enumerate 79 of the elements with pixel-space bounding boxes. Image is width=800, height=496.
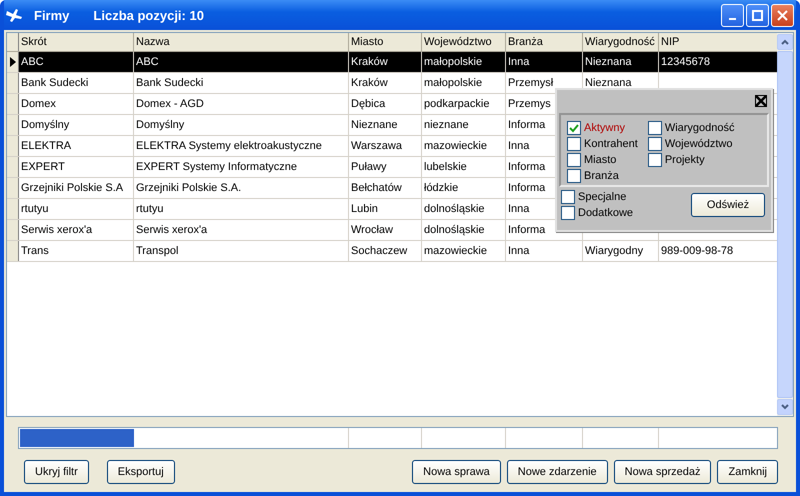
table-cell: Domex - AGD	[134, 94, 349, 114]
scroll-down-button[interactable]	[777, 399, 793, 415]
table-cell: Inna	[506, 52, 583, 72]
table-cell: Grzejniki Polskie S.A	[19, 178, 134, 198]
table-cell: Domyślny	[134, 115, 349, 135]
table-cell: lubelskie	[422, 157, 506, 177]
table-cell: ABC	[134, 52, 349, 72]
table-cell: Transpol	[134, 241, 349, 261]
row-header[interactable]	[7, 52, 19, 72]
table-cell: Inna	[506, 241, 583, 261]
table-cell: Bełchatów	[349, 178, 422, 198]
table-cell: ELEKTRA Systemy elektroakustyczne	[134, 136, 349, 156]
table-cell: Bank Sudecki	[19, 73, 134, 93]
column-header[interactable]: Województwo	[422, 33, 506, 51]
table-cell: mazowieckie	[422, 136, 506, 156]
minimize-icon	[729, 18, 736, 20]
caret-down-icon	[781, 404, 790, 410]
window-title: Firmy	[34, 8, 70, 22]
table-cell: Domyślny	[19, 115, 134, 135]
table-cell: Grzejniki Polskie S.A.	[134, 178, 349, 198]
table-cell: rtutyu	[19, 199, 134, 219]
table-cell: Warszawa	[349, 136, 422, 156]
scrollbar-thumb[interactable]	[777, 51, 793, 398]
record-count: Liczba pozycji: 10	[93, 8, 204, 22]
refresh-button[interactable]: Odśwież	[691, 193, 765, 217]
action-button[interactable]: Nowa sprzedaż	[614, 460, 712, 484]
table-cell: ELEKTRA	[19, 136, 134, 156]
action-button[interactable]: Nowe zdarzenie	[506, 460, 608, 484]
column-header[interactable]: Branża	[506, 33, 583, 51]
action-button[interactable]: Ukryj filtr	[24, 460, 89, 484]
minimize-button[interactable]	[721, 4, 744, 26]
table-cell: Wrocław	[349, 220, 422, 240]
table-cell: Serwis xerox'a	[19, 220, 134, 240]
column-header[interactable]: Nazwa	[134, 33, 349, 51]
table-cell: Kraków	[349, 73, 422, 93]
table-cell: nieznane	[422, 115, 506, 135]
table-cell: mazowieckie	[422, 241, 506, 261]
table-cell: podkarpackie	[422, 94, 506, 114]
table-cell: Puławy	[349, 157, 422, 177]
table-cell: EXPERT	[19, 157, 134, 177]
filter-checkbox[interactable]: Województwo	[648, 137, 735, 151]
table-cell: ABC	[19, 52, 134, 72]
row-pointer-icon	[10, 57, 16, 67]
table-cell: Serwis xerox'a	[134, 220, 349, 240]
maximize-button[interactable]	[746, 4, 769, 26]
column-header[interactable]: Miasto	[349, 33, 422, 51]
filter-checkbox[interactable]: Projekty	[648, 153, 735, 167]
table-cell: małopolskie	[422, 73, 506, 93]
close-button[interactable]	[771, 4, 794, 26]
table-cell: Wiarygodny	[583, 241, 659, 261]
maximize-icon	[752, 10, 763, 20]
checkmark-icon	[569, 123, 579, 133]
table-cell: rtutyu	[134, 199, 349, 219]
caret-up-icon	[781, 39, 790, 45]
table-cell: łódzkie	[422, 178, 506, 198]
table-cell: Nieznana	[583, 52, 659, 72]
table-cell: EXPERT Systemy Informatyczne	[134, 157, 349, 177]
table-cell: Sochaczew	[349, 241, 422, 261]
table-cell: Lubin	[349, 199, 422, 219]
table-cell: małopolskie	[422, 52, 506, 72]
table-cell: Trans	[19, 241, 134, 261]
table-cell: 12345678	[659, 52, 778, 72]
table-cell: Dębica	[349, 94, 422, 114]
table-cell: Bank Sudecki	[134, 73, 349, 93]
table-cell: Kraków	[349, 52, 422, 72]
action-button[interactable]: Nowa sprawa	[412, 460, 501, 484]
airplane-icon	[6, 8, 24, 22]
action-button[interactable]: Eksportuj	[106, 460, 175, 484]
table-cell: Domex	[19, 94, 134, 114]
close-icon[interactable]	[755, 95, 767, 107]
action-button[interactable]: Zamknij	[717, 460, 778, 484]
filter-checkbox[interactable]: Wiarygodność	[648, 121, 735, 135]
table-cell: Nieznane	[349, 115, 422, 135]
close-icon	[777, 10, 788, 20]
scroll-up-button[interactable]	[777, 34, 793, 50]
table-cell: dolnośląskie	[422, 199, 506, 219]
table-cell: dolnośląskie	[422, 220, 506, 240]
column-header[interactable]: Skrót	[19, 33, 134, 51]
column-header[interactable]: Wiarygodność	[583, 33, 659, 51]
